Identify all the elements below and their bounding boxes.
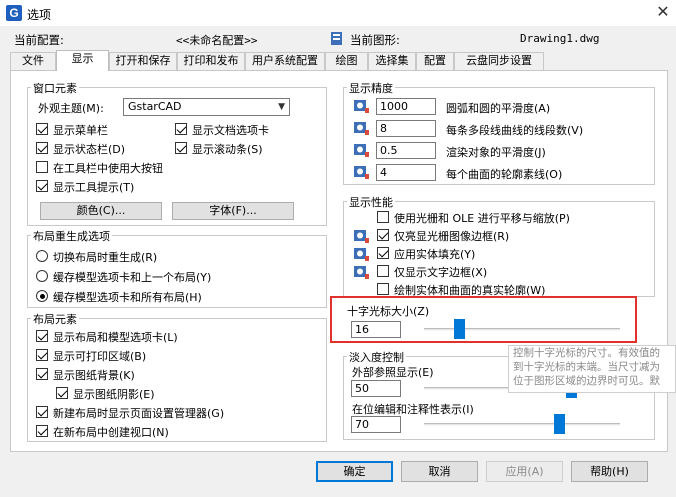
polyline-segments-label: 每条多段线曲线的线段数(V): [446, 124, 584, 137]
drawing-setting-icon: [352, 120, 370, 136]
solid-fill-checkbox[interactable]: [377, 247, 389, 259]
drawing-setting-icon: [352, 228, 370, 244]
cache-all-layouts-radio[interactable]: [36, 290, 48, 302]
app-logo-icon: G: [6, 5, 22, 21]
scrollbar-label: 显示滚动条(S): [192, 143, 263, 156]
raster-frame-label: 仅亮显光栅图像边框(R): [394, 230, 510, 243]
drawing-setting-icon: [352, 98, 370, 114]
paper-shadow-checkbox[interactable]: [56, 387, 68, 399]
drawing-setting-icon: [352, 264, 370, 280]
scrollbar-checkbox[interactable]: [175, 142, 187, 154]
inplace-slider-track: [424, 423, 620, 426]
tab-plot-publish[interactable]: 打印和发布: [177, 52, 245, 70]
inplace-slider-thumb[interactable]: [553, 414, 565, 434]
tab-selection[interactable]: 选择集: [368, 52, 416, 70]
current-config-label: 当前配置:: [14, 33, 64, 47]
tab-profiles[interactable]: 配置: [416, 52, 454, 70]
drawing-setting-icon: [352, 142, 370, 158]
inplace-edit-input[interactable]: 70: [351, 416, 401, 433]
doc-tabs-checkbox[interactable]: [175, 123, 187, 135]
display-performance-title: 显示性能: [347, 194, 395, 210]
theme-select[interactable]: GstarCAD ▼: [123, 98, 290, 116]
tab-open-save[interactable]: 打开和保存: [109, 52, 177, 70]
current-drawing-label: 当前图形:: [350, 33, 400, 47]
large-buttons-checkbox[interactable]: [36, 161, 48, 173]
theme-label: 外观主题(M):: [38, 102, 104, 115]
cache-last-layout-radio[interactable]: [36, 270, 48, 282]
tab-user-preferences[interactable]: 用户系统配置: [245, 52, 325, 70]
menubar-checkbox[interactable]: [36, 123, 48, 135]
help-button[interactable]: 帮助(H): [571, 461, 648, 482]
tooltip-line: 控制十字光标的尺寸。有效值的: [513, 347, 660, 359]
cache-all-layouts-label: 缓存模型选项卡和所有布局(H): [53, 291, 202, 304]
layout-model-tabs-label: 显示布局和模型选项卡(L): [53, 331, 178, 344]
raster-frame-checkbox[interactable]: [377, 229, 389, 241]
tooltips-checkbox[interactable]: [36, 180, 48, 192]
tab-cloud-sync[interactable]: 云盘同步设置: [454, 52, 544, 70]
layout-model-tabs-checkbox[interactable]: [36, 330, 48, 342]
drawing-setting-icon: [352, 246, 370, 262]
window-title: 选项: [27, 8, 52, 22]
colors-button[interactable]: 颜色(C)...: [40, 202, 162, 220]
arc-smoothness-input[interactable]: 1000: [376, 98, 436, 115]
inplace-edit-label: 在位编辑和注释性表示(I): [352, 403, 474, 416]
tab-drafting[interactable]: 绘图: [325, 52, 368, 70]
xref-display-input[interactable]: 50: [351, 380, 401, 397]
xref-display-label: 外部参照显示(E): [352, 366, 434, 379]
tab-file[interactable]: 文件: [10, 52, 56, 70]
paper-background-label: 显示图纸背景(K): [53, 369, 135, 382]
crosshair-highlight-box: [330, 296, 637, 343]
regen-on-switch-label: 切换布局时重生成(R): [53, 251, 158, 264]
cache-last-layout-label: 缓存模型选项卡和上一个布局(Y): [53, 271, 212, 284]
text-frame-checkbox[interactable]: [377, 265, 389, 277]
create-viewport-label: 在新布局中创建视口(N): [53, 426, 169, 439]
fonts-button[interactable]: 字体(F)...: [172, 202, 294, 220]
window-elements-title: 窗口元素: [31, 80, 79, 96]
chevron-down-icon: ▼: [278, 102, 285, 112]
title-bar: [0, 0, 676, 26]
drawing-setting-icon: [352, 164, 370, 180]
true-silhouettes-checkbox[interactable]: [377, 283, 389, 295]
crosshair-tooltip: 控制十字光标的尺寸。有效值的 到十字光标的末端。当尺寸减为 位于图形区域的边界时…: [508, 345, 676, 393]
paper-shadow-label: 显示图纸阴影(E): [73, 388, 155, 401]
paper-background-checkbox[interactable]: [36, 368, 48, 380]
contour-lines-label: 每个曲面的轮廓素线(O): [446, 168, 563, 181]
render-smoothness-label: 渲染对象的平滑度(J): [446, 146, 546, 159]
current-config-value: <<未命名配置>>: [176, 34, 258, 47]
menubar-label: 显示菜单栏: [53, 124, 108, 137]
statusbar-label: 显示状态栏(D): [53, 143, 126, 156]
arc-smoothness-label: 圆弧和圆的平滑度(A): [446, 102, 551, 115]
doc-tabs-label: 显示文档选项卡: [192, 124, 269, 137]
close-icon[interactable]: ✕: [652, 2, 674, 24]
printable-area-checkbox[interactable]: [36, 349, 48, 361]
tooltips-label: 显示工具提示(T): [53, 181, 135, 194]
display-resolution-title: 显示精度: [347, 80, 395, 96]
regen-on-switch-radio[interactable]: [36, 250, 48, 262]
current-drawing-value: Drawing1.dwg: [520, 32, 600, 45]
text-frame-label: 仅显示文字边框(X): [394, 266, 488, 279]
tooltip-line: 位于图形区域的边界时可见。默: [513, 375, 660, 387]
statusbar-checkbox[interactable]: [36, 142, 48, 154]
layout-elements-title: 布局元素: [31, 311, 79, 327]
solid-fill-label: 应用实体填充(Y): [394, 248, 476, 261]
ok-button[interactable]: 确定: [316, 461, 393, 482]
tooltip-line: 到十字光标的末端。当尺寸减为: [513, 361, 660, 373]
polyline-segments-input[interactable]: 8: [376, 120, 436, 137]
large-buttons-label: 在工具栏中使用大按钮: [53, 162, 163, 175]
contour-lines-input[interactable]: 4: [376, 164, 436, 181]
fade-control-title: 淡入度控制: [347, 349, 406, 365]
render-smoothness-input[interactable]: 0.5: [376, 142, 436, 159]
cancel-button[interactable]: 取消: [401, 461, 478, 482]
page-setup-manager-label: 新建布局时显示页面设置管理器(G): [53, 407, 225, 420]
layout-regen-title: 布局重生成选项: [31, 228, 112, 244]
apply-button[interactable]: 应用(A): [486, 461, 563, 482]
create-viewport-checkbox[interactable]: [36, 425, 48, 437]
page-setup-manager-checkbox[interactable]: [36, 406, 48, 418]
drawing-file-icon: [330, 31, 344, 46]
tab-display[interactable]: 显示: [56, 50, 109, 71]
raster-ole-label: 使用光栅和 OLE 进行平移与缩放(P): [394, 212, 570, 225]
raster-ole-checkbox[interactable]: [377, 211, 389, 223]
theme-select-value: GstarCAD: [128, 100, 182, 113]
printable-area-label: 显示可打印区域(B): [53, 350, 147, 363]
